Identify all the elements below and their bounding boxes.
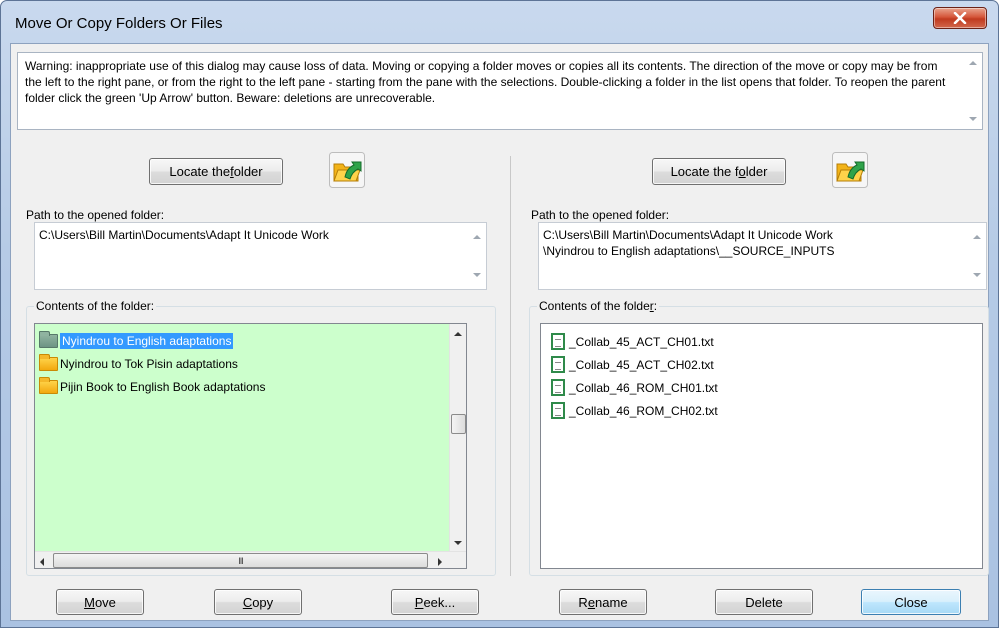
scroll-up-icon[interactable] bbox=[973, 235, 981, 239]
copy-button[interactable]: Copy bbox=[214, 589, 302, 615]
list-item[interactable]: _Collab_45_ACT_CH02.txt bbox=[545, 355, 714, 374]
warning-scrollbar[interactable] bbox=[965, 53, 982, 129]
text-file-icon bbox=[551, 402, 565, 419]
button-label: Close bbox=[894, 594, 928, 610]
scroll-thumb[interactable]: III bbox=[53, 553, 428, 568]
left-path-value: C:\Users\Bill Martin\Documents\Adapt It … bbox=[39, 228, 329, 242]
left-path-label: Path to the opened folder: bbox=[26, 208, 165, 222]
button-label-mnemonic: M bbox=[84, 594, 95, 610]
button-label-mnemonic: o bbox=[738, 164, 746, 179]
left-list-vscrollbar[interactable] bbox=[449, 324, 466, 553]
scroll-down-icon[interactable] bbox=[969, 117, 977, 121]
list-item[interactable]: Nyindrou to English adaptations bbox=[39, 330, 234, 350]
close-window-button[interactable] bbox=[933, 7, 987, 29]
button-label: name bbox=[595, 594, 628, 610]
close-icon bbox=[953, 12, 967, 24]
button-label: lder bbox=[745, 164, 768, 179]
folder-icon bbox=[39, 353, 58, 371]
list-item[interactable]: Nyindrou to Tok Pisin adaptations bbox=[39, 353, 238, 373]
list-item-label: _Collab_46_ROM_CH01.txt bbox=[569, 380, 718, 395]
button-label: R bbox=[578, 594, 588, 610]
right-path-label: Path to the opened folder: bbox=[531, 208, 670, 222]
text-file-icon bbox=[551, 379, 565, 396]
folder-icon bbox=[39, 330, 58, 348]
label-text: Contents of the folde bbox=[539, 299, 650, 313]
list-item[interactable]: _Collab_45_ACT_CH01.txt bbox=[545, 332, 714, 351]
button-label: eek... bbox=[423, 594, 456, 610]
right-path-scrollbar[interactable] bbox=[969, 223, 986, 289]
button-label: older bbox=[233, 164, 263, 179]
left-folder-list[interactable]: Nyindrou to English adaptations Nyindrou… bbox=[34, 323, 467, 569]
green-up-arrow-folder-icon bbox=[329, 152, 365, 188]
scroll-down-icon[interactable] bbox=[473, 273, 481, 277]
scroll-thumb[interactable] bbox=[451, 414, 466, 434]
warning-textbox[interactable]: Warning: inappropriate use of this dialo… bbox=[17, 52, 983, 130]
scroll-up-icon[interactable] bbox=[969, 61, 977, 65]
scroll-up-icon[interactable] bbox=[454, 332, 462, 336]
scroll-right-icon[interactable] bbox=[438, 558, 442, 566]
right-path-field[interactable]: C:\Users\Bill Martin\Documents\Adapt It … bbox=[538, 222, 987, 290]
left-list-hscrollbar[interactable]: III bbox=[35, 551, 466, 568]
green-up-arrow-folder-icon bbox=[832, 152, 868, 188]
dialog-client-area: Warning: inappropriate use of this dialo… bbox=[10, 43, 989, 621]
list-item-label: Nyindrou to Tok Pisin adaptations bbox=[60, 356, 238, 371]
dialog-window: Move Or Copy Folders Or Files Warning: i… bbox=[0, 0, 999, 628]
list-item[interactable]: Pijin Book to English Book adaptations bbox=[39, 376, 266, 396]
close-button[interactable]: Close bbox=[861, 589, 961, 615]
list-item-label: Nyindrou to English adaptations bbox=[60, 332, 234, 349]
scroll-left-icon[interactable] bbox=[40, 558, 44, 566]
list-item-label: _Collab_45_ACT_CH02.txt bbox=[569, 357, 714, 372]
warning-text: Warning: inappropriate use of this dialo… bbox=[25, 59, 946, 105]
right-contents-label: Contents of the folder: bbox=[537, 299, 660, 313]
right-file-list[interactable]: _Collab_45_ACT_CH01.txt _Collab_45_ACT_C… bbox=[540, 323, 983, 569]
button-label: opy bbox=[252, 594, 274, 610]
delete-button[interactable]: Delete bbox=[715, 589, 813, 615]
scroll-up-icon[interactable] bbox=[473, 235, 481, 239]
left-path-scrollbar[interactable] bbox=[469, 223, 486, 289]
list-item[interactable]: _Collab_46_ROM_CH02.txt bbox=[545, 401, 718, 420]
button-label-mnemonic: C bbox=[242, 594, 253, 610]
title-bar[interactable]: Move Or Copy Folders Or Files bbox=[1, 1, 998, 43]
button-label: Locate the bbox=[169, 164, 231, 179]
up-arrow-right-button[interactable] bbox=[832, 152, 868, 188]
button-label: ove bbox=[94, 594, 116, 610]
move-button[interactable]: Move bbox=[56, 589, 144, 615]
window-title: Move Or Copy Folders Or Files bbox=[15, 15, 223, 32]
scroll-down-icon[interactable] bbox=[454, 541, 462, 545]
left-contents-label: Contents of the folder: bbox=[34, 299, 157, 313]
peek-button[interactable]: Peek... bbox=[391, 589, 479, 615]
up-arrow-left-button[interactable] bbox=[329, 152, 365, 188]
button-label: Delete bbox=[745, 594, 783, 610]
button-label-mnemonic: e bbox=[587, 594, 596, 610]
text-file-icon bbox=[551, 333, 565, 350]
pane-divider bbox=[510, 156, 511, 576]
scroll-down-icon[interactable] bbox=[973, 273, 981, 277]
rename-button[interactable]: Re name bbox=[559, 589, 647, 615]
list-item-label: _Collab_46_ROM_CH02.txt bbox=[569, 403, 718, 418]
text-file-icon bbox=[551, 356, 565, 373]
button-label-mnemonic: P bbox=[414, 594, 424, 610]
list-item[interactable]: _Collab_46_ROM_CH01.txt bbox=[545, 378, 718, 397]
left-path-field[interactable]: C:\Users\Bill Martin\Documents\Adapt It … bbox=[34, 222, 487, 290]
button-label: Locate the f bbox=[670, 164, 739, 179]
folder-icon bbox=[39, 376, 58, 394]
right-path-value: C:\Users\Bill Martin\Documents\Adapt It … bbox=[543, 228, 835, 258]
locate-folder-left-button[interactable]: Locate the f older bbox=[149, 158, 283, 185]
scroll-grip: III bbox=[238, 555, 243, 566]
locate-folder-right-button[interactable]: Locate the f o lder bbox=[652, 158, 786, 185]
list-item-label: _Collab_45_ACT_CH01.txt bbox=[569, 334, 714, 349]
label-text: : bbox=[653, 299, 658, 313]
list-item-label: Pijin Book to English Book adaptations bbox=[60, 379, 266, 394]
